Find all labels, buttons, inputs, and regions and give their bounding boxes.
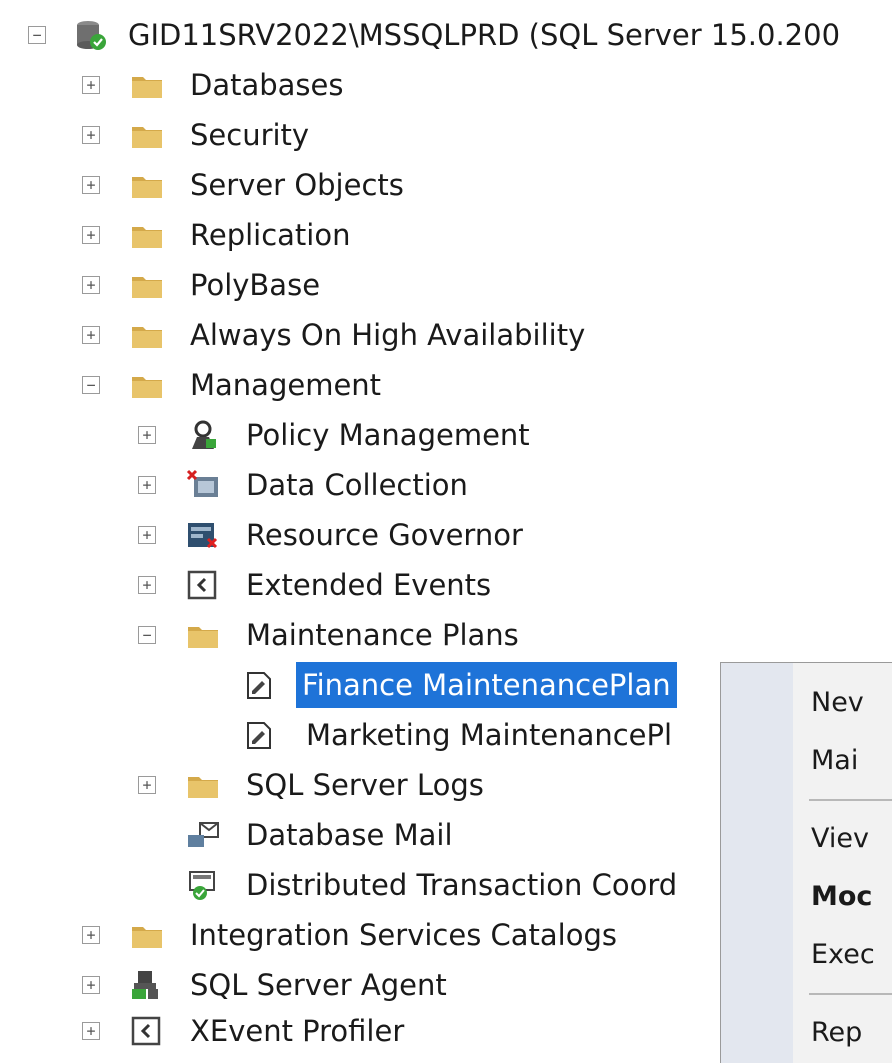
tree-label[interactable]: Extended Events [246,562,491,608]
tree-label[interactable]: SQL Server Logs [246,762,484,808]
distributed-transaction-icon [189,871,215,900]
expand-toggle[interactable]: + [138,776,156,794]
menu-icon-gutter [721,663,793,1063]
tree-node-sql-server-agent[interactable]: + SQL Server Agent [0,962,720,1008]
tree-node-marketing-maintenance-plan[interactable]: Marketing MaintenancePl [0,712,720,758]
tree-label[interactable]: Management [190,362,381,408]
folder-icon [188,627,218,648]
extended-events-icon [187,570,217,600]
collapse-toggle[interactable]: − [82,376,100,394]
tree-node-security[interactable]: + Security [0,112,892,158]
menu-item-new[interactable]: Nev [811,683,864,723]
menu-separator [809,993,892,995]
tree-label[interactable]: Replication [190,212,350,258]
folder-icon [132,227,162,248]
tree-label[interactable]: Server Objects [190,162,404,208]
database-mail-icon [188,822,219,847]
tree-label[interactable]: Integration Services Catalogs [190,912,617,958]
tree-label[interactable]: Maintenance Plans [246,612,519,658]
tree-label[interactable]: Resource Governor [246,512,523,558]
tree-label[interactable]: Databases [190,62,343,108]
tree-node-database-mail[interactable]: Database Mail [0,812,720,858]
context-menu: Nev Mai Viev Moc Exec Rep [720,662,892,1063]
expand-toggle[interactable]: + [82,76,100,94]
sql-agent-icon [132,971,158,999]
maintenance-plan-icon [247,672,271,699]
server-icon [77,21,106,50]
menu-separator [809,799,892,801]
tree-label-selected[interactable]: Finance MaintenancePlan [296,662,677,708]
expand-toggle[interactable]: + [82,126,100,144]
menu-item-execute[interactable]: Exec [811,935,875,975]
tree-node-xevent-profiler[interactable]: + XEvent Profiler [0,1008,720,1054]
expand-toggle[interactable]: + [138,576,156,594]
menu-item-modify[interactable]: Moc [811,877,872,917]
expand-toggle[interactable]: + [82,976,100,994]
expand-toggle[interactable]: + [138,476,156,494]
tree-label[interactable]: Distributed Transaction Coord [246,862,677,908]
expand-toggle[interactable]: + [82,326,100,344]
data-collection-icon [186,469,218,497]
menu-item-maintenance[interactable]: Mai [811,741,858,781]
tree-node-extended-events[interactable]: + Extended Events [0,562,892,608]
expand-toggle[interactable]: + [82,176,100,194]
expand-toggle[interactable]: + [82,926,100,944]
tree-label[interactable]: Security [190,112,309,158]
maintenance-plan-icon [247,722,271,749]
expand-toggle[interactable]: + [82,226,100,244]
tree-label[interactable]: Always On High Availability [190,312,585,358]
tree-node-integration-services[interactable]: + Integration Services Catalogs [0,912,720,958]
folder-icon [132,377,162,398]
folder-icon [132,327,162,348]
tree-node-data-collection[interactable]: + Data Collection [0,462,892,508]
tree-node-resource-governor[interactable]: + Resource Governor [0,512,892,558]
tree-label[interactable]: Data Collection [246,462,468,508]
folder-icon [132,127,162,148]
expand-toggle[interactable]: + [138,526,156,544]
folder-icon [188,777,218,798]
tree-label[interactable]: SQL Server Agent [190,962,447,1008]
tree-node-maintenance-plans[interactable]: − Maintenance Plans [0,612,892,658]
tree-label[interactable]: Database Mail [246,812,453,858]
expand-toggle[interactable]: + [82,276,100,294]
folder-icon [132,177,162,198]
xevent-profiler-icon [131,1016,161,1046]
tree-node-replication[interactable]: + Replication [0,212,892,258]
tree-node-server[interactable]: − GID11SRV2022\MSSQLPRD (SQL Server 15.0… [0,12,892,58]
tree-label[interactable]: XEvent Profiler [190,1008,404,1054]
collapse-toggle[interactable]: − [138,626,156,644]
folder-icon [132,927,162,948]
tree-node-databases[interactable]: + Databases [0,62,892,108]
tree-node-distributed-transaction[interactable]: Distributed Transaction Coord [0,862,720,908]
resource-governor-icon [188,523,218,549]
folder-icon [132,277,162,298]
expand-toggle[interactable]: + [138,426,156,444]
collapse-toggle[interactable]: − [28,26,46,44]
tree-node-sql-server-logs[interactable]: + SQL Server Logs [0,762,720,808]
tree-node-policy-management[interactable]: + Policy Management [0,412,892,458]
folder-icon [132,77,162,98]
tree-label[interactable]: Marketing MaintenancePl [306,712,672,758]
tree-label[interactable]: PolyBase [190,262,320,308]
policy-icon [192,420,216,449]
tree-node-always-on[interactable]: + Always On High Availability [0,312,892,358]
menu-item-reports[interactable]: Rep [811,1013,862,1053]
tree-node-server-objects[interactable]: + Server Objects [0,162,892,208]
server-label[interactable]: GID11SRV2022\MSSQLPRD (SQL Server 15.0.2… [128,12,840,58]
menu-item-view[interactable]: Viev [811,819,869,859]
tree-label[interactable]: Policy Management [246,412,530,458]
tree-node-finance-maintenance-plan[interactable]: Finance MaintenancePlan [0,662,720,708]
tree-node-polybase[interactable]: + PolyBase [0,262,892,308]
expand-toggle[interactable]: + [82,1022,100,1040]
tree-node-management[interactable]: − Management [0,362,892,408]
